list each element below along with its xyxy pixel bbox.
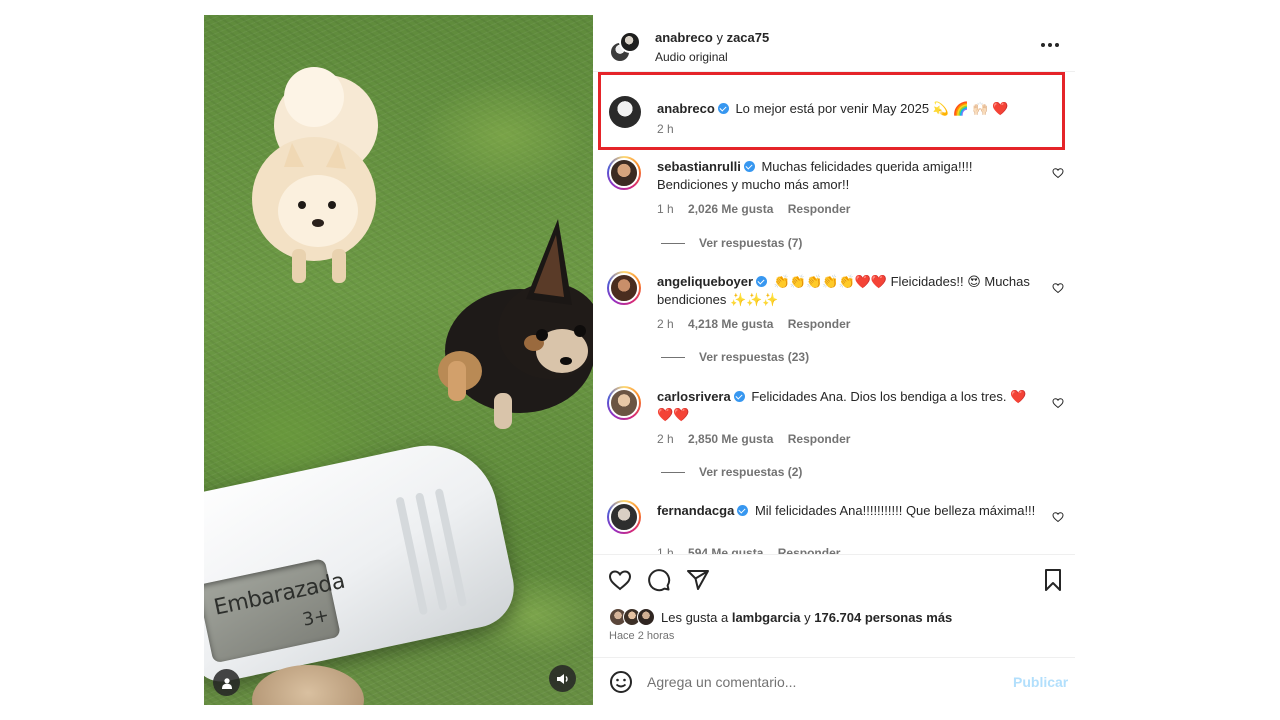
post-side-panel: anabreco y zaca75 Audio original anabrec…	[593, 15, 1075, 705]
post-media[interactable]: Embarazada 3+	[204, 15, 593, 705]
pregnancy-test-weeks: 3+	[300, 604, 331, 631]
verified-icon	[733, 391, 745, 402]
avatar[interactable]	[607, 156, 641, 190]
chihuahua-dog-image	[438, 219, 593, 429]
comment-meta: 2 h 2,850 Me gusta Responder	[657, 432, 861, 446]
verified-icon	[737, 505, 749, 516]
divider	[593, 554, 1075, 555]
caption-highlight-box	[598, 72, 1065, 150]
comment-input[interactable]	[647, 672, 987, 692]
likes-prefix: Les gusta a	[661, 609, 729, 625]
pregnancy-test-image: Embarazada 3+	[204, 413, 523, 697]
comment-username[interactable]: fernandacga	[657, 503, 734, 518]
heart-icon[interactable]	[1052, 282, 1064, 294]
heart-icon[interactable]	[1052, 397, 1064, 409]
more-icon	[1041, 43, 1045, 47]
comment-likes[interactable]: 2,026 Me gusta	[688, 202, 773, 216]
comment-icon	[648, 569, 671, 592]
share-button[interactable]	[686, 568, 710, 592]
comment-likes[interactable]: 594 Me gusta	[688, 546, 763, 554]
reply-button[interactable]: Responder	[788, 317, 851, 331]
view-replies-button[interactable]: Ver respuestas (2)	[661, 465, 802, 479]
comment-likes[interactable]: 2,850 Me gusta	[688, 432, 773, 446]
heart-icon[interactable]	[1052, 511, 1064, 523]
comment-meta: 2 h 4,218 Me gusta Responder	[657, 317, 861, 331]
reply-button[interactable]: Responder	[788, 432, 851, 446]
comment-button[interactable]	[647, 568, 671, 592]
avatar[interactable]	[607, 500, 641, 534]
view-replies-button[interactable]: Ver respuestas (23)	[661, 350, 809, 364]
publish-button[interactable]: Publicar	[1013, 674, 1068, 690]
view-replies-button[interactable]: Ver respuestas (7)	[661, 236, 802, 250]
add-comment-bar: Publicar	[593, 660, 1075, 705]
collab-avatars[interactable]	[609, 31, 641, 63]
action-bar	[593, 565, 1075, 595]
heart-icon[interactable]	[1052, 167, 1064, 179]
header-conjunction: y	[716, 30, 723, 45]
user-tag-icon	[221, 677, 232, 689]
view-replies-label: Ver respuestas (23)	[699, 350, 810, 364]
avatar[interactable]	[607, 386, 641, 420]
liker-avatars	[609, 608, 657, 626]
likes-conjunction: y	[804, 609, 811, 625]
verified-icon	[743, 161, 755, 172]
comment-time: 2 h	[657, 432, 674, 446]
like-button[interactable]	[608, 568, 632, 592]
collaborator-username[interactable]: zaca75	[727, 30, 770, 45]
verified-icon	[756, 276, 768, 287]
comment-meta: 1 h 2,026 Me gusta Responder	[657, 202, 861, 216]
liker-username[interactable]: lambgarcia	[732, 610, 801, 625]
pomeranian-dog-image	[252, 67, 378, 283]
likes-text: Les gusta a lambgarcia y 176.704 persona…	[661, 610, 952, 625]
reply-button[interactable]: Responder	[788, 202, 851, 216]
emoji-icon[interactable]	[609, 670, 633, 694]
comment-username[interactable]: angeliqueboyer	[657, 274, 753, 289]
pregnancy-test-display: Embarazada 3+	[204, 558, 347, 664]
audio-label[interactable]: Audio original	[655, 50, 728, 64]
comment-username[interactable]: sebastianrulli	[657, 159, 741, 174]
view-replies-label: Ver respuestas (2)	[699, 465, 803, 479]
bookmark-icon	[1045, 569, 1061, 591]
comment-time: 2 h	[657, 317, 674, 331]
comment-username[interactable]: carlosrivera	[657, 389, 731, 404]
comment-time: 1 h	[657, 546, 674, 554]
comment-meta: 1 h 594 Me gusta Responder	[657, 546, 851, 554]
avatar	[619, 31, 641, 53]
likes-count[interactable]: 176.704 personas más	[814, 610, 952, 625]
comment-likes[interactable]: 4,218 Me gusta	[688, 317, 773, 331]
comment-text: Mil felicidades Ana!!!!!!!!!!! Que belle…	[754, 503, 1036, 518]
audio-toggle-button[interactable]	[549, 665, 576, 692]
avatar	[637, 608, 655, 626]
share-icon	[687, 570, 709, 590]
avatar[interactable]	[607, 271, 641, 305]
view-replies-label: Ver respuestas (7)	[699, 236, 803, 250]
likes-summary[interactable]: Les gusta a lambgarcia y 176.704 persona…	[609, 607, 952, 627]
comment-time: 1 h	[657, 202, 674, 216]
speaker-icon	[556, 673, 568, 684]
more-options-button[interactable]	[1038, 37, 1062, 53]
header-usernames: anabreco y zaca75	[655, 30, 769, 45]
post-header: anabreco y zaca75 Audio original	[593, 15, 1075, 71]
reply-button[interactable]: Responder	[778, 546, 841, 554]
author-username[interactable]: anabreco	[655, 30, 713, 45]
user-tag-button[interactable]	[213, 669, 240, 696]
save-button[interactable]	[1041, 568, 1065, 592]
heart-icon	[608, 570, 632, 591]
post-time[interactable]: Hace 2 horas	[609, 630, 674, 642]
divider	[593, 657, 1075, 658]
